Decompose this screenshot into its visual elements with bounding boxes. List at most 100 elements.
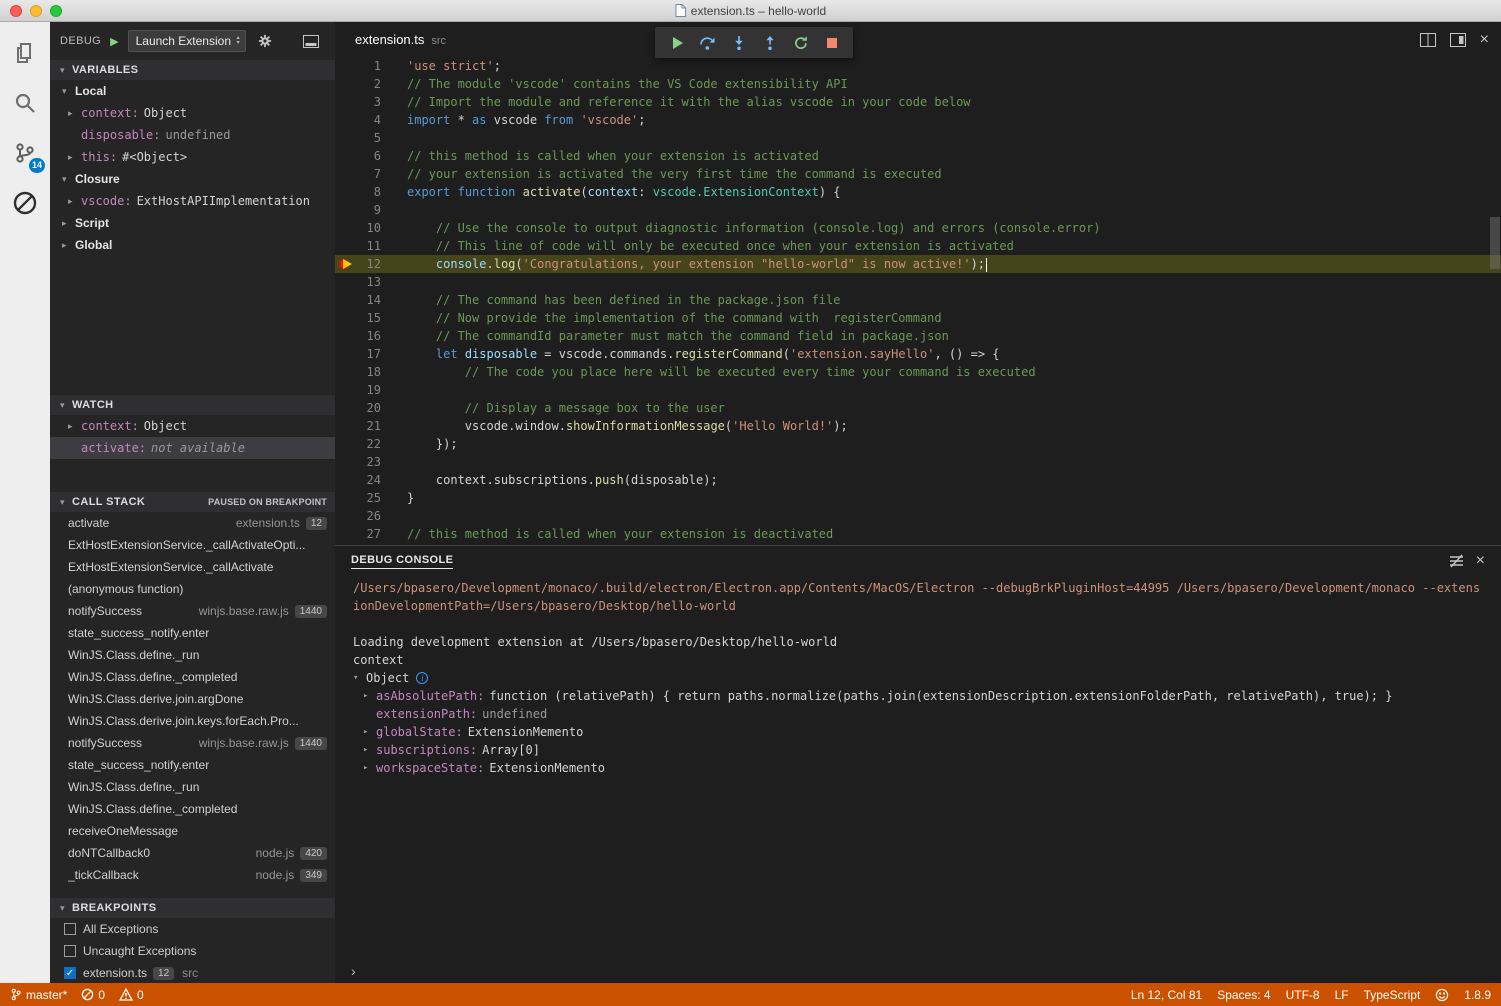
code-line[interactable]: 20 // Display a message box to the user xyxy=(335,399,1501,417)
glyph-margin[interactable] xyxy=(335,183,355,201)
twisty-icon[interactable]: ▸ xyxy=(363,687,376,705)
code-line[interactable]: 19 xyxy=(335,381,1501,399)
console-property-row[interactable]: ▸workspaceState:ExtensionMemento xyxy=(353,759,1483,777)
warning-count[interactable]: 0 xyxy=(119,988,144,1002)
breakpoint-checkbox[interactable]: ✓ xyxy=(64,967,76,979)
callstack-frame[interactable]: state_success_notify.enter xyxy=(50,622,335,644)
status-cursor-position[interactable]: Ln 12, Col 81 xyxy=(1131,988,1202,1002)
twisty-icon[interactable]: ▸ xyxy=(62,218,75,229)
breakpoints-section-header[interactable]: ▾ BREAKPOINTS xyxy=(50,898,335,918)
status-indentation[interactable]: Spaces: 4 xyxy=(1217,988,1270,1002)
zoom-window-button[interactable] xyxy=(50,5,62,17)
twisty-icon[interactable]: ▾ xyxy=(62,86,75,97)
code-line[interactable]: 1'use strict'; xyxy=(335,57,1501,75)
continue-button[interactable] xyxy=(661,27,692,58)
open-preview-icon[interactable] xyxy=(1450,33,1466,47)
variable-row[interactable]: ▸vscode:ExtHostAPIImplementation xyxy=(50,190,335,212)
twisty-icon[interactable]: ▸ xyxy=(363,741,376,759)
glyph-margin[interactable] xyxy=(335,453,355,471)
code-line[interactable]: 6// this method is called when your exte… xyxy=(335,147,1501,165)
code-line[interactable]: 25} xyxy=(335,489,1501,507)
callstack-frame[interactable]: WinJS.Class.derive.join.keys.forEach.Pro… xyxy=(50,710,335,732)
glyph-margin[interactable] xyxy=(335,57,355,75)
code-line[interactable]: 9 xyxy=(335,201,1501,219)
step-out-button[interactable] xyxy=(754,27,785,58)
glyph-margin[interactable] xyxy=(335,309,355,327)
glyph-margin[interactable] xyxy=(335,273,355,291)
breakpoint-row[interactable]: All Exceptions xyxy=(50,918,335,940)
minimize-window-button[interactable] xyxy=(30,5,42,17)
variable-row[interactable]: ▸this:#<Object> xyxy=(50,146,335,168)
editor-scrollbar[interactable] xyxy=(1490,217,1500,269)
status-eol[interactable]: LF xyxy=(1335,988,1349,1002)
callstack-frame[interactable]: notifySuccesswinjs.base.raw.js1440 xyxy=(50,600,335,622)
twisty-icon[interactable]: ▸ xyxy=(68,196,81,207)
git-branch-status[interactable]: master* xyxy=(10,987,67,1002)
step-into-button[interactable] xyxy=(723,27,754,58)
code-line[interactable]: 16 // The commandId parameter must match… xyxy=(335,327,1501,345)
twisty-icon[interactable]: ▸ xyxy=(68,421,81,432)
breakpoint-checkbox[interactable] xyxy=(64,945,76,957)
twisty-icon[interactable]: ▾ xyxy=(353,669,366,687)
code-line[interactable]: 26 xyxy=(335,507,1501,525)
glyph-margin[interactable] xyxy=(335,165,355,183)
close-window-button[interactable] xyxy=(10,5,22,17)
twisty-icon[interactable]: ▸ xyxy=(68,108,81,119)
glyph-margin[interactable] xyxy=(335,381,355,399)
code-line[interactable]: 5 xyxy=(335,129,1501,147)
clear-console-icon[interactable] xyxy=(1449,554,1464,568)
code-line[interactable]: 12 console.log('Congratulations, your ex… xyxy=(335,255,1501,273)
activitybar-item-git[interactable]: 14 xyxy=(0,128,50,178)
twisty-icon[interactable]: ▸ xyxy=(363,759,376,777)
code-line[interactable]: 23 xyxy=(335,453,1501,471)
breakpoint-checkbox[interactable] xyxy=(64,923,76,935)
scope-row[interactable]: ▾Local xyxy=(50,80,335,102)
breakpoint-row[interactable]: Uncaught Exceptions xyxy=(50,940,335,962)
code-line[interactable]: 24 context.subscriptions.push(disposable… xyxy=(335,471,1501,489)
debug-console-title[interactable]: DEBUG CONSOLE xyxy=(351,554,453,569)
twisty-icon[interactable]: ▸ xyxy=(363,723,376,741)
feedback-smiley[interactable] xyxy=(1435,988,1449,1002)
glyph-margin[interactable] xyxy=(335,471,355,489)
glyph-margin[interactable] xyxy=(335,75,355,93)
step-over-button[interactable] xyxy=(692,27,723,58)
configure-gear-icon[interactable] xyxy=(258,34,272,48)
code-line[interactable]: 15 // Now provide the implementation of … xyxy=(335,309,1501,327)
close-panel-icon[interactable]: × xyxy=(1476,554,1485,568)
code-editor[interactable]: 1'use strict';2// The module 'vscode' co… xyxy=(335,57,1501,545)
code-line[interactable]: 13 xyxy=(335,273,1501,291)
glyph-margin[interactable] xyxy=(335,111,355,129)
code-line[interactable]: 8export function activate(context: vscod… xyxy=(335,183,1501,201)
watch-row[interactable]: ▸context:Object xyxy=(50,415,335,437)
breakpoint-glyph[interactable] xyxy=(335,255,355,273)
callstack-frame[interactable]: _tickCallbacknode.js349 xyxy=(50,864,335,886)
glyph-margin[interactable] xyxy=(335,327,355,345)
callstack-frame[interactable]: receiveOneMessage xyxy=(50,820,335,842)
glyph-margin[interactable] xyxy=(335,345,355,363)
callstack-frame[interactable]: WinJS.Class.define._completed xyxy=(50,798,335,820)
tab-extension-ts[interactable]: extension.ts src xyxy=(355,32,446,47)
glyph-margin[interactable] xyxy=(335,237,355,255)
activitybar-item-debug[interactable] xyxy=(0,178,50,228)
launch-configuration-select[interactable]: Launch Extension ▴▾ xyxy=(128,30,246,52)
twisty-icon[interactable]: ▸ xyxy=(62,240,75,251)
variables-section-header[interactable]: ▾ VARIABLES xyxy=(50,60,335,80)
console-property-row[interactable]: ▸subscriptions:Array[0] xyxy=(353,741,1483,759)
watch-row[interactable]: activate:not available xyxy=(50,437,335,459)
glyph-margin[interactable] xyxy=(335,489,355,507)
code-line[interactable]: 21 vscode.window.showInformationMessage(… xyxy=(335,417,1501,435)
callstack-frame[interactable]: WinJS.Class.define._run xyxy=(50,644,335,666)
code-line[interactable]: 27// this method is called when your ext… xyxy=(335,525,1501,543)
callstack-frame[interactable]: ExtHostExtensionService._callActivateOpt… xyxy=(50,534,335,556)
console-object-row[interactable]: ▾Objecti xyxy=(353,669,1483,687)
glyph-margin[interactable] xyxy=(335,399,355,417)
code-line[interactable]: 2// The module 'vscode' contains the VS … xyxy=(335,75,1501,93)
callstack-frame[interactable]: activateextension.ts12 xyxy=(50,512,335,534)
console-property-row[interactable]: ▸globalState:ExtensionMemento xyxy=(353,723,1483,741)
toggle-debug-console-icon[interactable] xyxy=(303,35,319,48)
callstack-frame[interactable]: notifySuccesswinjs.base.raw.js1440 xyxy=(50,732,335,754)
code-line[interactable]: 3// Import the module and reference it w… xyxy=(335,93,1501,111)
breakpoint-row[interactable]: ✓extension.ts12src xyxy=(50,962,335,983)
version-label[interactable]: 1.8.9 xyxy=(1464,988,1491,1002)
scope-row[interactable]: ▾Closure xyxy=(50,168,335,190)
